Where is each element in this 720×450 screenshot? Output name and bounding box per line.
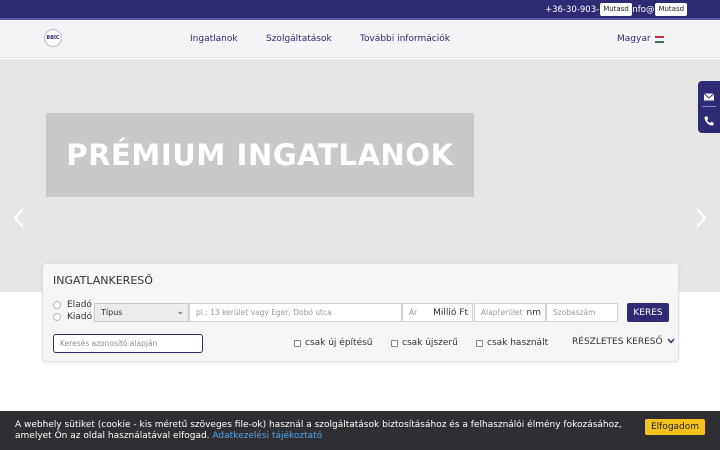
property-search-panel: INGATLANKERESŐ Eladó Kiadó Típus ⌄ pl.: …	[42, 263, 679, 362]
show-phone-button[interactable]: Mutasd	[600, 3, 632, 16]
hungarian-flag-icon[interactable]	[655, 36, 664, 43]
detailed-search-label: RÉSZLETES KERESŐ	[572, 337, 663, 347]
property-type-select[interactable]: Típus ⌄	[94, 303, 189, 322]
checkbox-used-label: csak használt	[487, 338, 549, 348]
area-unit: nm	[526, 308, 541, 318]
email-contact: info@ Mutasd	[630, 3, 688, 16]
price-unit: Millió Ft	[433, 308, 468, 318]
checkbox-new-build[interactable]: csak új építésű	[294, 338, 373, 348]
rooms-placeholder: Szobaszám	[553, 308, 596, 317]
nav-item-properties[interactable]: Ingatlanok	[190, 34, 238, 44]
page: +36-30-903- Mutasd info@ Mutasd BBIC Ing…	[0, 0, 720, 450]
radio-for-sale[interactable]: Eladó	[53, 300, 92, 310]
checkbox-icon[interactable]	[391, 339, 398, 347]
cookie-notice: A webhely sütiket (cookie - kis méretű s…	[15, 420, 635, 442]
privacy-policy-link[interactable]: Adatkezelési tájékoztató	[212, 431, 322, 441]
hero-title: PRÉMIUM INGATLANOK	[66, 138, 454, 172]
chevron-down-icon: ⌄	[176, 307, 184, 317]
price-placeholder: Ár	[409, 308, 418, 317]
checkbox-like-new-label: csak újszerű	[402, 338, 458, 348]
language-selector[interactable]: Magyar	[617, 34, 651, 44]
checkbox-new-build-label: csak új építésű	[305, 338, 373, 348]
detailed-search-toggle[interactable]: RÉSZLETES KERESŐ	[572, 337, 675, 347]
phone-contact: +36-30-903- Mutasd	[545, 3, 632, 16]
side-contact-panel	[698, 81, 720, 133]
top-contact-bar: +36-30-903- Mutasd info@ Mutasd	[0, 0, 720, 20]
email-address: info@	[630, 4, 655, 15]
main-navigation: BBIC Ingatlanok Szolgáltatások További i…	[0, 20, 720, 58]
accept-cookies-button[interactable]: Elfogadom	[645, 419, 705, 435]
area-placeholder: Alapterület	[481, 308, 523, 317]
rooms-input[interactable]: Szobaszám	[546, 303, 618, 322]
radio-for-rent[interactable]: Kiadó	[53, 312, 92, 322]
chevron-left-icon[interactable]	[12, 206, 26, 230]
location-input[interactable]: pl.: 13 kerület vagy Eger, Dobó utca	[189, 303, 402, 322]
search-by-id-placeholder: Keresés azonosító alapján	[60, 339, 158, 348]
radio-for-rent-label: Kiadó	[67, 312, 93, 322]
radio-circle-icon[interactable]	[53, 301, 61, 309]
nav-item-services[interactable]: Szolgáltatások	[266, 34, 332, 44]
cookie-consent-bar: A webhely sütiket (cookie - kis méretű s…	[0, 411, 720, 450]
show-email-button[interactable]: Mutasd	[655, 3, 688, 16]
nav-item-more-info[interactable]: További információk	[360, 34, 450, 44]
checkbox-used[interactable]: csak használt	[476, 338, 548, 348]
side-divider	[702, 106, 716, 107]
checkbox-icon[interactable]	[476, 339, 483, 347]
phone-icon[interactable]	[703, 112, 715, 126]
chevron-down-icon	[667, 337, 675, 347]
property-type-value: Típus	[101, 308, 123, 317]
search-by-id-input[interactable]: Keresés azonosító alapján	[53, 334, 203, 353]
checkbox-like-new[interactable]: csak újszerű	[391, 338, 458, 348]
envelope-icon[interactable]	[703, 88, 715, 101]
price-input[interactable]: Ár Millió Ft	[402, 303, 473, 322]
hero-banner: PRÉMIUM INGATLANOK	[46, 113, 474, 197]
area-input[interactable]: Alapterület nm	[474, 303, 546, 322]
location-placeholder: pl.: 13 kerület vagy Eger, Dobó utca	[196, 308, 332, 317]
search-title: INGATLANKERESŐ	[53, 274, 153, 287]
hero-slider: PRÉMIUM INGATLANOK	[0, 59, 720, 292]
chevron-right-icon[interactable]	[694, 206, 708, 230]
phone-number: +36-30-903-	[545, 4, 600, 15]
site-logo[interactable]: BBIC	[44, 29, 62, 47]
logo-text: BBIC	[46, 35, 60, 41]
radio-for-sale-label: Eladó	[67, 300, 92, 310]
search-button[interactable]: KERES	[627, 303, 669, 322]
radio-circle-icon[interactable]	[53, 313, 61, 321]
checkbox-icon[interactable]	[294, 339, 301, 347]
